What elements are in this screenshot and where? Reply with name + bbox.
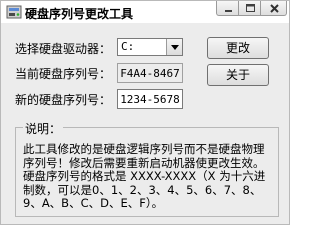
drive-label: 选择硬盘驱动器： bbox=[15, 42, 112, 56]
close-button[interactable] bbox=[260, 1, 287, 16]
maximize-icon bbox=[246, 4, 255, 12]
close-icon bbox=[270, 4, 279, 13]
new-serial-field[interactable] bbox=[117, 89, 183, 109]
window-title: 硬盘序列号更改工具 bbox=[25, 7, 134, 21]
drive-select-value: C: bbox=[121, 40, 135, 53]
current-serial-label: 当前硬盘序列号： bbox=[15, 67, 112, 81]
title-bar[interactable]: 硬盘序列号更改工具 bbox=[1, 1, 289, 23]
new-serial-label: 新的硬盘序列号： bbox=[15, 93, 112, 107]
minimize-icon bbox=[225, 10, 232, 12]
drive-select[interactable]: C: bbox=[117, 38, 183, 56]
change-button[interactable]: 更改 bbox=[207, 37, 269, 59]
chevron-down-icon[interactable] bbox=[166, 39, 182, 55]
note-text: 此工具修改的是硬盘逻辑序列号而不是硬盘物理序列号！修改后需要重新启动机器使更改生… bbox=[23, 142, 266, 210]
minimize-button[interactable] bbox=[216, 1, 239, 16]
app-icon bbox=[6, 4, 22, 20]
about-button[interactable]: 关于 bbox=[207, 64, 269, 86]
note-title: 说明： bbox=[23, 120, 64, 137]
current-serial-value: F4A4-8467 bbox=[120, 67, 180, 80]
app-window: 硬盘序列号更改工具 选择硬盘驱动器： C: 当前硬盘序列号： F4A4-8467… bbox=[0, 0, 290, 225]
maximize-button[interactable] bbox=[238, 1, 261, 16]
current-serial-field: F4A4-8467 bbox=[117, 63, 183, 83]
new-serial-input[interactable] bbox=[118, 90, 182, 108]
